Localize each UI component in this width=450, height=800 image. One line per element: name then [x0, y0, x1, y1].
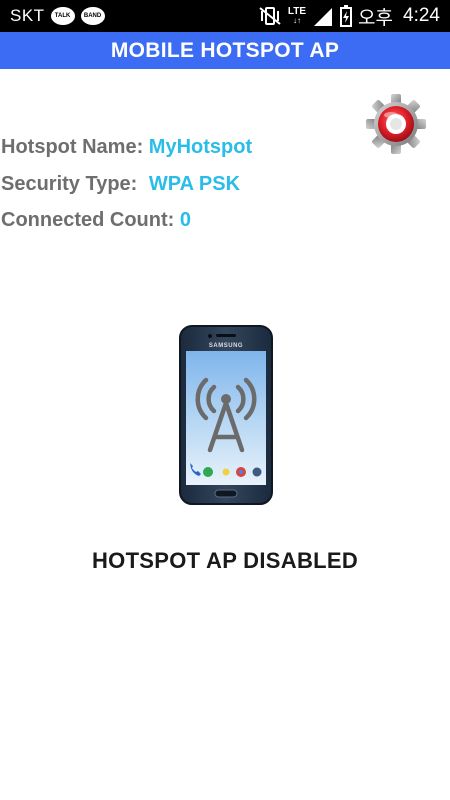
- connected-count-label: Connected Count:: [1, 209, 175, 231]
- status-bar-left: SKT TALK BAND: [10, 6, 105, 26]
- phone-screen: [186, 351, 266, 485]
- screen: SKT TALK BAND LTE ↓↑ 오후 4:24 MOBILE HOTS…: [0, 0, 450, 800]
- vibrate-icon: [258, 6, 282, 26]
- connected-count-row: Connected Count: 0: [1, 209, 191, 232]
- hotspot-name-value: MyHotspot: [148, 136, 253, 158]
- security-type-row: Security Type: WPA PSK: [1, 173, 240, 196]
- lte-icon: LTE ↓↑: [287, 6, 307, 26]
- title-bar: MOBILE HOTSPOT AP: [0, 32, 450, 69]
- settings-button[interactable]: [365, 93, 427, 155]
- clock-time: 4:24: [403, 5, 440, 26]
- status-bar: SKT TALK BAND LTE ↓↑ 오후 4:24: [0, 0, 450, 32]
- phone-brand: SAMSUNG: [209, 343, 243, 349]
- carrier-label: SKT: [10, 6, 45, 25]
- security-type-value: WPA PSK: [148, 173, 241, 195]
- hotspot-status-message: HOTSPOT AP DISABLED: [91, 548, 359, 573]
- status-bar-right: LTE ↓↑ 오후 4:24: [258, 3, 440, 30]
- battery-icon: [340, 5, 353, 27]
- phone-illustration: SAMSUNG: [178, 325, 274, 505]
- security-type-label: Security Type:: [1, 173, 138, 195]
- hotspot-name-row: Hotspot Name: MyHotspot: [1, 136, 252, 159]
- app-title: MOBILE HOTSPOT AP: [110, 38, 340, 62]
- hotspot-name-label: Hotspot Name:: [1, 136, 144, 158]
- kakaotalk-icon: TALK: [50, 7, 75, 25]
- gear-icon: [366, 94, 426, 154]
- band-icon: BAND: [80, 7, 105, 25]
- clock-ampm: 오후: [358, 7, 394, 29]
- home-button: [214, 489, 238, 498]
- signal-icon: [312, 6, 334, 26]
- connected-count-value: 0: [179, 209, 191, 231]
